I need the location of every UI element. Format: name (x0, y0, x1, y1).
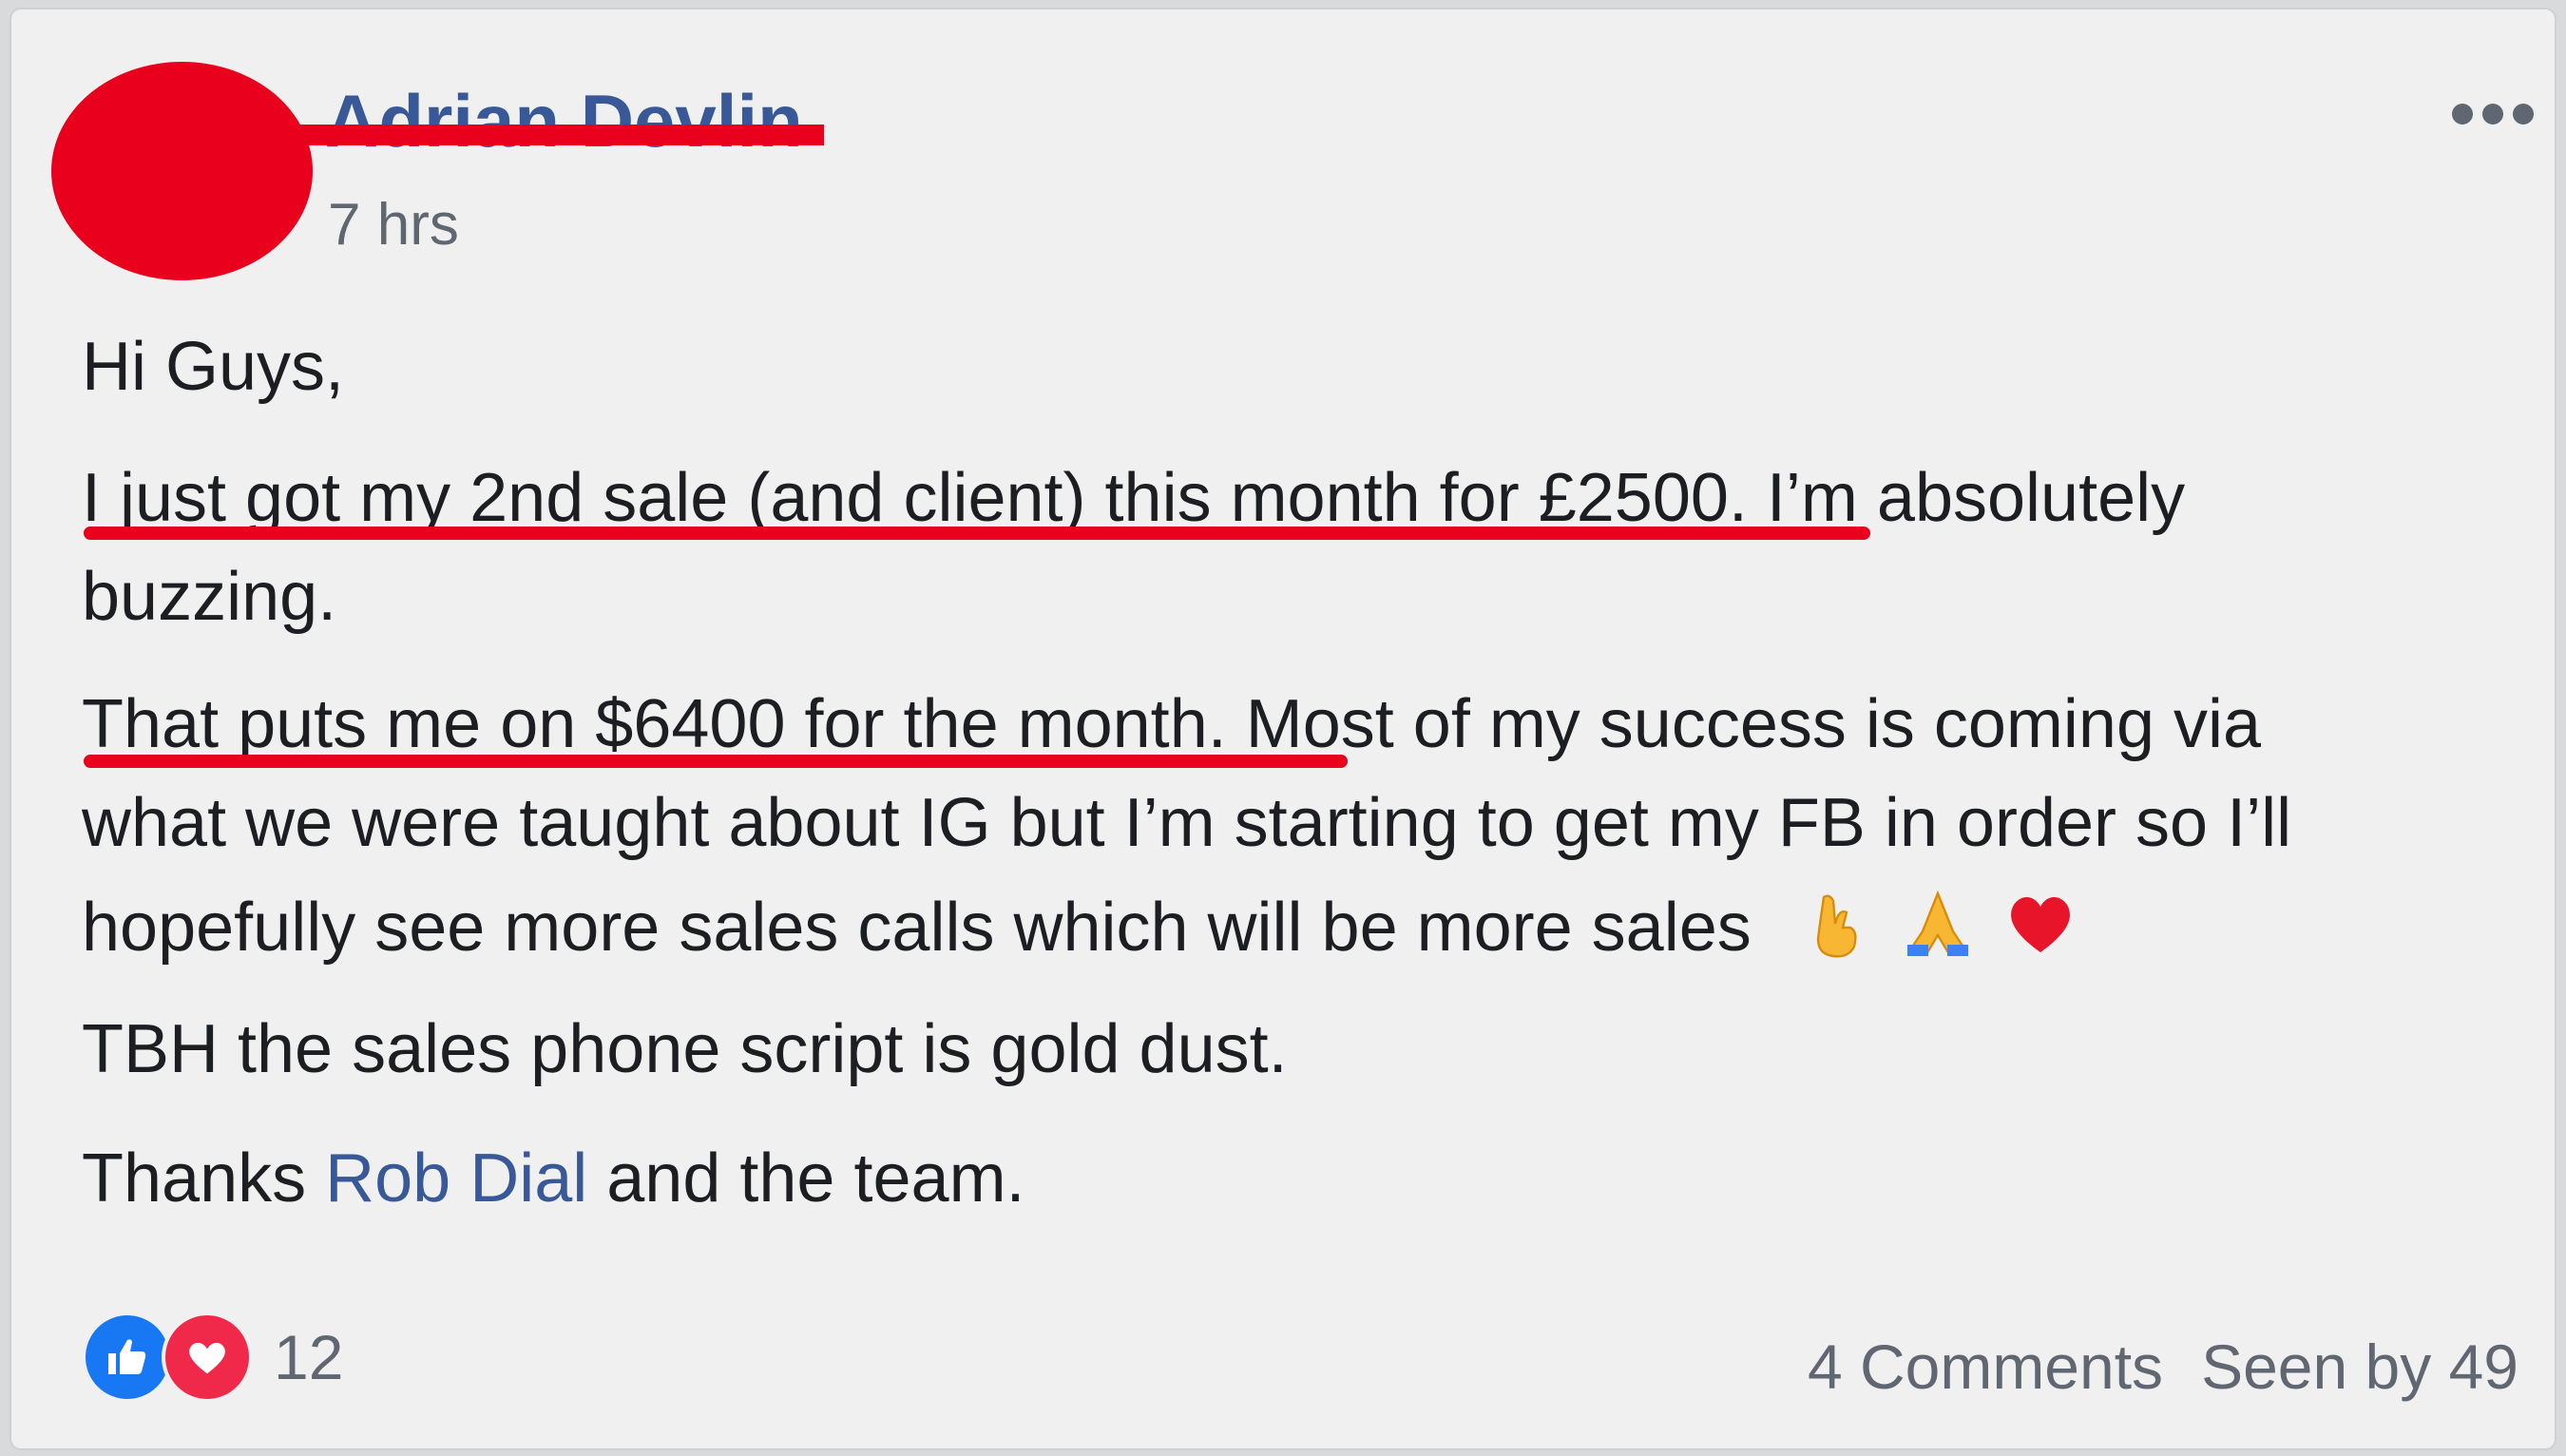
post-paragraph-sale-line1: I just got my 2nd sale (and client) this… (82, 464, 2185, 532)
sale-underline-mark (84, 527, 1870, 540)
reaction-count: 12 (274, 1322, 344, 1392)
more-options-dot (2482, 104, 2503, 125)
seen-by-link[interactable]: Seen by 49 (2201, 1331, 2518, 1403)
comments-link[interactable]: 4 Comments (1808, 1331, 2163, 1403)
post-paragraph-month-line1: That puts me on $6400 for the month. Mos… (82, 690, 2261, 758)
like-icon (82, 1312, 173, 1403)
author-name[interactable]: Adrian Devlin (325, 84, 803, 158)
folded-hands-icon (1906, 890, 1968, 956)
love-icon (162, 1312, 253, 1403)
highlighted-sale-text: I just got my 2nd sale (and client) this… (82, 460, 1729, 536)
post-paragraph-sale-line2: buzzing. (82, 559, 337, 635)
post-timestamp[interactable]: 7 hrs (328, 196, 459, 255)
month-text-rest: . Most of my success is coming via (1207, 686, 2262, 762)
post-paragraph-greeting: Hi Guys, (82, 329, 345, 405)
red-heart-icon (2010, 896, 2070, 952)
post-paragraph-month-line2: what we were taught about IG but I’m sta… (82, 785, 2292, 861)
thanks-text-end: and the team. (587, 1140, 1025, 1217)
post-paragraph-thanks: Thanks Rob Dial and the team. (82, 1144, 1025, 1213)
sale-text-rest: . I’m absolutely (1728, 460, 2186, 536)
post-paragraph-month-line3: hopefully see more sales calls which wil… (82, 886, 2078, 962)
more-options-dot (2452, 104, 2473, 125)
facebook-post-card: Adrian Devlin 7 hrs Hi Guys, I just got … (10, 8, 2556, 1450)
mention-link[interactable]: Rob Dial (325, 1140, 587, 1217)
more-options-dot (2513, 104, 2534, 125)
reactions-summary[interactable]: 12 (82, 1310, 343, 1405)
month-line3-text: hopefully see more sales calls which wil… (82, 890, 1752, 966)
crossed-fingers-icon (1816, 894, 1857, 958)
more-options-icon[interactable] (2452, 95, 2537, 133)
thanks-text: Thanks (82, 1140, 326, 1217)
month-underline-mark (84, 755, 1348, 768)
highlighted-month-text: That puts me on $6400 for the month (82, 686, 1208, 762)
post-paragraph-script: TBH the sales phone script is gold dust. (82, 1011, 1288, 1087)
post-stats: 4 Comments Seen by 49 (1808, 1331, 2518, 1403)
author-redaction-strike (292, 125, 824, 145)
avatar-redacted[interactable] (51, 62, 313, 280)
